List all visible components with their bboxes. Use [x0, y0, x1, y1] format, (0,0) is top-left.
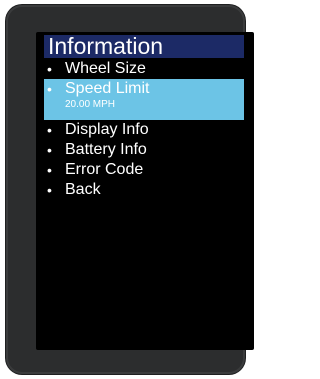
menu-item-display-info[interactable]: • Display Info — [44, 120, 244, 140]
speed-limit-value: 20.00 MPH — [65, 99, 116, 110]
menu-item-label: Battery Info — [65, 141, 147, 158]
bullet-icon: • — [47, 142, 52, 158]
menu-item-wheel-size[interactable]: • Wheel Size — [44, 59, 244, 79]
menu-item-label: Error Code — [65, 161, 144, 178]
bullet-icon: • — [47, 162, 52, 178]
page-title: Information — [48, 33, 164, 59]
information-menu: • Wheel Size • Speed Limit 20.00 MPH • D… — [44, 59, 244, 200]
menu-item-battery-info[interactable]: • Battery Info — [44, 140, 244, 160]
bullet-icon: • — [47, 182, 52, 198]
bullet-icon: • — [47, 122, 52, 138]
menu-item-back[interactable]: • Back — [44, 180, 244, 200]
menu-item-label: Speed Limit — [65, 80, 150, 97]
menu-item-label: Wheel Size — [65, 60, 146, 77]
menu-item-label: Back — [65, 181, 101, 198]
menu-item-label: Display Info — [65, 121, 149, 138]
bullet-icon: • — [47, 81, 52, 97]
title-bar: Information — [44, 33, 244, 59]
bullet-icon: • — [47, 61, 52, 77]
menu-item-speed-limit[interactable]: • Speed Limit 20.00 MPH — [44, 79, 244, 120]
display-screen: Information • Wheel Size • Speed Limit 2… — [36, 32, 254, 350]
device-bezel: Information • Wheel Size • Speed Limit 2… — [6, 5, 254, 374]
menu-item-error-code[interactable]: • Error Code — [44, 160, 244, 180]
